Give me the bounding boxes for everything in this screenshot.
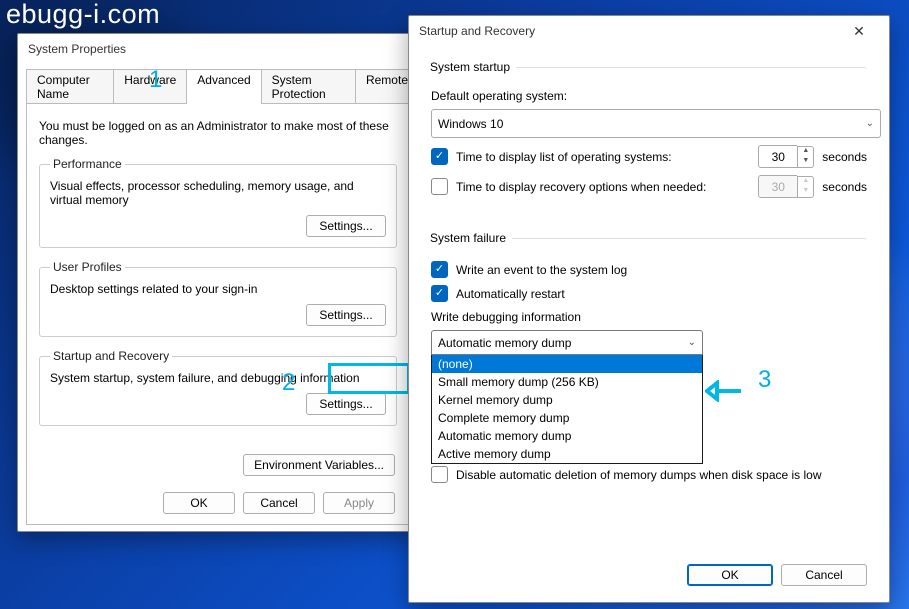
sr-footer: OK Cancel (687, 564, 867, 586)
row-display-os-list: ✓ Time to display list of operating syst… (431, 145, 867, 168)
startup-recovery-legend: Startup and Recovery (50, 349, 172, 363)
checkbox-display-recovery[interactable] (431, 178, 448, 195)
callout-3: 3 (758, 366, 771, 394)
callout-1: 1 (149, 66, 162, 94)
input-os-list-seconds[interactable] (758, 145, 797, 168)
close-icon[interactable]: ✕ (839, 16, 879, 46)
label-display-os-list: Time to display list of operating system… (456, 150, 672, 164)
user-profiles-desc: Desktop settings related to your sign-in (50, 282, 386, 296)
checkbox-write-event[interactable]: ✓ (431, 261, 448, 278)
label-auto-restart: Automatically restart (456, 287, 565, 301)
site-watermark: ebugg-i.com (6, 0, 160, 30)
sysprop-ok-button[interactable]: OK (163, 492, 235, 514)
chevron-down-icon: ⌄ (688, 337, 696, 348)
startup-recovery-settings-button[interactable]: Settings... (306, 393, 386, 415)
tab-system-protection[interactable]: System Protection (261, 69, 356, 104)
startup-recovery-group: Startup and Recovery System startup, sys… (39, 349, 397, 426)
dump-select[interactable]: Automatic memory dump ⌄ (none) Small mem… (431, 330, 703, 464)
spin-up-icon[interactable]: ▲ (798, 147, 813, 157)
input-recovery-seconds (758, 175, 797, 198)
tab-computer-name[interactable]: Computer Name (26, 69, 114, 104)
sr-title: Startup and Recovery (419, 24, 535, 38)
admin-note: You must be logged on as an Administrato… (39, 119, 397, 147)
dump-option-active[interactable]: Active memory dump (432, 445, 702, 463)
system-startup-heading: System startup (427, 60, 516, 74)
sysprop-titlebar: System Properties (18, 34, 418, 64)
label-write-event: Write an event to the system log (456, 263, 627, 277)
sr-body: System startup Default operating system:… (409, 46, 889, 502)
sr-cancel-button[interactable]: Cancel (781, 564, 867, 586)
system-failure-heading: System failure (427, 231, 512, 245)
checkbox-disable-delete[interactable] (431, 466, 448, 483)
label-disable-delete: Disable automatic deletion of memory dum… (456, 468, 822, 482)
label-display-recovery: Time to display recovery options when ne… (456, 180, 706, 194)
sysprop-title: System Properties (28, 42, 126, 56)
sysprop-cancel-button[interactable]: Cancel (243, 492, 315, 514)
dump-option-list: (none) Small memory dump (256 KB) Kernel… (431, 355, 703, 464)
spin-down-icon-2: ▼ (798, 187, 813, 197)
spin-up-icon-2: ▲ (798, 177, 813, 187)
seconds-label-2: seconds (822, 180, 867, 194)
chevron-down-icon: ⌄ (866, 118, 874, 129)
performance-desc: Visual effects, processor scheduling, me… (50, 179, 386, 207)
performance-group: Performance Visual effects, processor sc… (39, 157, 397, 248)
system-properties-window: System Properties Computer Name Hardware… (17, 33, 419, 532)
default-os-select[interactable]: Windows 10 ⌄ (431, 109, 881, 138)
arrow-pointer-icon (705, 380, 743, 405)
sysprop-tabstrip: Computer Name Hardware Advanced System P… (18, 68, 418, 103)
seconds-label-1: seconds (822, 150, 867, 164)
spinner-recovery-seconds: ▲▼ (758, 175, 814, 198)
checkbox-display-os-list[interactable]: ✓ (431, 148, 448, 165)
dump-selected-value: Automatic memory dump (438, 336, 571, 350)
dump-option-kernel[interactable]: Kernel memory dump (432, 391, 702, 409)
user-profiles-legend: User Profiles (50, 260, 125, 274)
spin-down-icon[interactable]: ▼ (798, 157, 813, 167)
performance-legend: Performance (50, 157, 125, 171)
dump-option-complete[interactable]: Complete memory dump (432, 409, 702, 427)
user-profiles-settings-button[interactable]: Settings... (306, 304, 386, 326)
dump-select-box[interactable]: Automatic memory dump ⌄ (431, 330, 703, 355)
callout-2: 2 (282, 369, 295, 397)
performance-settings-button[interactable]: Settings... (306, 215, 386, 237)
default-os-label: Default operating system: (431, 89, 867, 103)
sysprop-apply-button[interactable]: Apply (323, 492, 395, 514)
advanced-tab-body: You must be logged on as an Administrato… (26, 103, 410, 525)
startup-recovery-desc: System startup, system failure, and debu… (50, 371, 386, 385)
spinner-os-list-seconds[interactable]: ▲▼ (758, 145, 814, 168)
sysprop-footer: OK Cancel Apply (163, 492, 395, 514)
dump-option-automatic[interactable]: Automatic memory dump (432, 427, 702, 445)
sr-ok-button[interactable]: OK (687, 564, 773, 586)
wdi-label: Write debugging information (431, 310, 867, 324)
sr-titlebar: Startup and Recovery ✕ (409, 16, 889, 46)
user-profiles-group: User Profiles Desktop settings related t… (39, 260, 397, 337)
tab-advanced[interactable]: Advanced (186, 69, 261, 104)
row-display-recovery: Time to display recovery options when ne… (431, 175, 867, 198)
environment-variables-button[interactable]: Environment Variables... (243, 454, 395, 476)
startup-recovery-dialog: Startup and Recovery ✕ System startup De… (408, 15, 890, 603)
default-os-value: Windows 10 (438, 117, 503, 131)
checkbox-auto-restart[interactable]: ✓ (431, 285, 448, 302)
dump-option-none[interactable]: (none) (432, 355, 702, 373)
dump-option-small[interactable]: Small memory dump (256 KB) (432, 373, 702, 391)
